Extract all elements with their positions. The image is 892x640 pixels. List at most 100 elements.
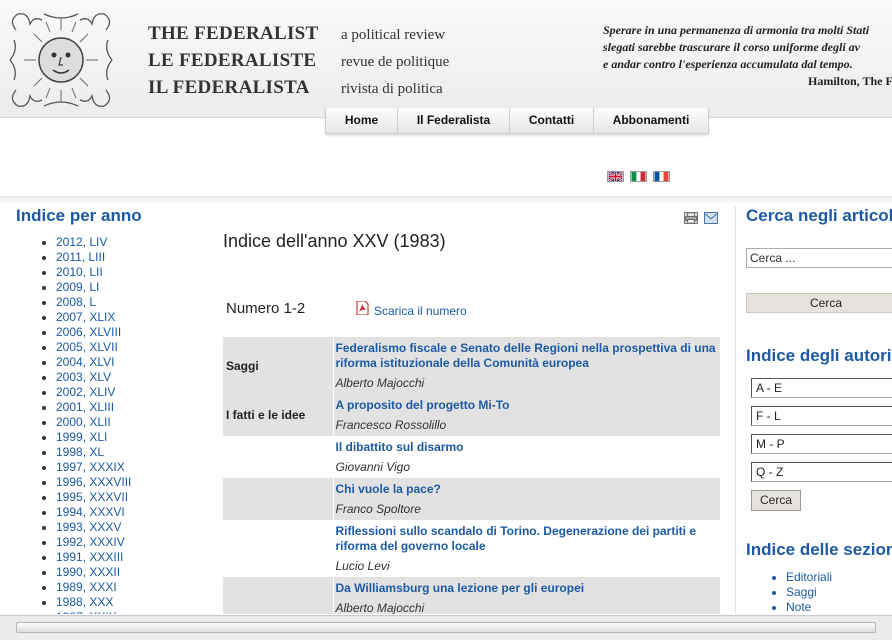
year-list-item: 1996, XXXVIII xyxy=(56,475,206,490)
year-link[interactable]: 1989, XXXI xyxy=(56,580,117,594)
article-section xyxy=(223,478,334,520)
search-button[interactable]: Cerca xyxy=(746,293,892,313)
year-link[interactable]: 2001, XLIII xyxy=(56,400,114,414)
authors-search-button[interactable]: Cerca xyxy=(751,490,801,511)
article-title-link[interactable]: Riflessioni sullo scandalo di Torino. De… xyxy=(336,524,719,554)
french-flag-icon[interactable] xyxy=(653,171,670,182)
year-list-item: 1991, XXXIII xyxy=(56,550,206,565)
main-content: Indice dell'anno XXV (1983) Numero 1-2 S… xyxy=(223,206,720,614)
year-link[interactable]: 2005, XLVII xyxy=(56,340,118,354)
nav-item-contatti[interactable]: Contatti xyxy=(510,108,594,133)
articles-table: Saggi Federalismo fiscale e Senato delle … xyxy=(223,337,720,614)
author-range-m-p[interactable]: M - P xyxy=(751,434,892,454)
article-author: Lucio Levi xyxy=(335,559,390,573)
year-link[interactable]: 1999, XLI xyxy=(56,430,107,444)
year-link[interactable]: 1992, XXXIV xyxy=(56,535,125,549)
masthead-subtitle-fr: revue de politique xyxy=(341,54,450,70)
article-author: Francesco Rossolillo xyxy=(335,418,447,432)
article-section: I fatti e le idee xyxy=(223,394,334,436)
download-issue-link[interactable]: Scarica il numero xyxy=(374,304,467,318)
year-list-item: 2012, LIV xyxy=(56,235,206,250)
year-list-item: 2004, XLVI xyxy=(56,355,206,370)
nav-item-home[interactable]: Home xyxy=(326,108,398,133)
article-title-link[interactable]: Da Williamsburg una lezione per gli euro… xyxy=(336,581,719,596)
pdf-icon[interactable] xyxy=(356,301,369,315)
article-row: Da Williamsburg una lezione per gli euro… xyxy=(223,577,720,614)
year-link[interactable]: 1991, XXXIII xyxy=(56,550,123,564)
scrollbar-thumb[interactable] xyxy=(16,622,876,633)
year-link[interactable]: 2009, LI xyxy=(56,280,99,294)
year-link[interactable]: 2003, XLV xyxy=(56,370,111,384)
quote-author: Hamilton, The F xyxy=(808,74,892,88)
year-link[interactable]: 1993, XXXV xyxy=(56,520,121,534)
year-link[interactable]: 1995, XXXVII xyxy=(56,490,128,504)
year-link[interactable]: 2002, XLIV xyxy=(56,385,115,399)
search-title: Cerca negli articoli xyxy=(746,206,892,225)
sections-index-title: Indice delle sezioni xyxy=(746,540,892,559)
year-index-column: Indice per anno 2012, LIV2011, LIII2010,… xyxy=(16,206,206,614)
year-link[interactable]: 2000, XLII xyxy=(56,415,111,429)
masthead-subtitle-it: rivista di politica xyxy=(341,81,443,97)
author-range-q-z[interactable]: Q - Z xyxy=(751,462,892,482)
article-row: Chi vuole la pace? Franco Spoltore xyxy=(223,478,720,520)
year-link[interactable]: 1994, XXXVI xyxy=(56,505,125,519)
year-list-item: 1994, XXXVI xyxy=(56,505,206,520)
year-list-item: 1993, XXXV xyxy=(56,520,206,535)
article-row: Saggi Federalismo fiscale e Senato delle … xyxy=(223,337,720,394)
email-icon[interactable] xyxy=(704,212,718,224)
year-list-item: 2001, XLIII xyxy=(56,400,206,415)
nav-item-il-federalista[interactable]: Il Federalista xyxy=(398,108,510,133)
article-row: Riflessioni sullo scandalo di Torino. De… xyxy=(223,520,720,577)
year-link[interactable]: 1997, XXXIX xyxy=(56,460,125,474)
italian-flag-icon[interactable] xyxy=(630,171,647,182)
issue-header: Numero 1-2 Scarica il numero xyxy=(223,300,720,322)
year-link[interactable]: 2010, LII xyxy=(56,265,103,279)
year-link[interactable]: 2006, XLVIII xyxy=(56,325,121,339)
quote-line: e andar contro l'esperienza accumulata d… xyxy=(603,57,853,71)
article-author: Giovanni Vigo xyxy=(335,460,411,474)
nav-item-abbonamenti[interactable]: Abbonamenti xyxy=(594,108,708,133)
year-link[interactable]: 1990, XXXII xyxy=(56,565,120,579)
page-title: Indice dell'anno XXV (1983) xyxy=(223,231,446,251)
article-row: I fatti e le idee A proposito del progett… xyxy=(223,394,720,436)
year-link[interactable]: 1996, XXXVIII xyxy=(56,475,131,489)
article-title-link[interactable]: Chi vuole la pace? xyxy=(336,482,719,497)
article-author: Franco Spoltore xyxy=(335,502,421,516)
year-link[interactable]: 1998, XL xyxy=(56,445,104,459)
site-header: THE FEDERALIST LE FEDERALISTE IL FEDERAL… xyxy=(0,0,892,118)
year-link[interactable]: 2007, XLIX xyxy=(56,310,115,324)
year-link[interactable]: 2008, L xyxy=(56,295,96,309)
sidebar-right: Cerca negli articoli Cerca Indice degli … xyxy=(735,206,892,614)
year-list-item: 2009, LI xyxy=(56,280,206,295)
article-title-link[interactable]: Federalismo fiscale e Senato delle Regio… xyxy=(336,341,719,371)
masthead-subtitle-en: a political review xyxy=(341,27,446,43)
year-link[interactable]: 1988, XXX xyxy=(56,595,113,609)
year-list-item: 1988, XXX xyxy=(56,595,206,610)
year-link[interactable]: 2011, LIII xyxy=(56,250,105,264)
year-list-item: 2008, L xyxy=(56,295,206,310)
section-link[interactable]: Editoriali xyxy=(786,570,832,585)
english-flag-icon[interactable] xyxy=(607,171,624,182)
horizontal-scrollbar[interactable] xyxy=(0,615,892,640)
year-link[interactable]: 1987, XXIX xyxy=(56,610,117,614)
federalist-seal-logo[interactable] xyxy=(6,10,116,110)
year-list-item: 1997, XXXIX xyxy=(56,460,206,475)
masthead-title-it: IL FEDERALISTA xyxy=(148,77,310,98)
search-input[interactable] xyxy=(746,248,892,268)
author-range-a-e[interactable]: A - E xyxy=(751,378,892,398)
header-quote: Sperare in una permanenza di armonia tra… xyxy=(603,22,892,90)
article-cell: Il dibattito sul disarmo Giovanni Vigo xyxy=(333,436,720,478)
year-list-item: 2007, XLIX xyxy=(56,310,206,325)
section-link[interactable]: Note xyxy=(786,600,832,614)
page-tools xyxy=(684,212,718,224)
year-list-item: 1998, XL xyxy=(56,445,206,460)
section-link[interactable]: Saggi xyxy=(786,585,832,600)
year-list-item: 2006, XLVIII xyxy=(56,325,206,340)
content-divider xyxy=(0,196,892,204)
print-icon[interactable] xyxy=(684,212,698,224)
article-title-link[interactable]: A proposito del progetto Mi-To xyxy=(336,398,719,413)
year-link[interactable]: 2012, LIV xyxy=(56,235,107,249)
year-link[interactable]: 2004, XLVI xyxy=(56,355,115,369)
author-range-f-l[interactable]: F - L xyxy=(751,406,892,426)
article-title-link[interactable]: Il dibattito sul disarmo xyxy=(336,440,719,455)
